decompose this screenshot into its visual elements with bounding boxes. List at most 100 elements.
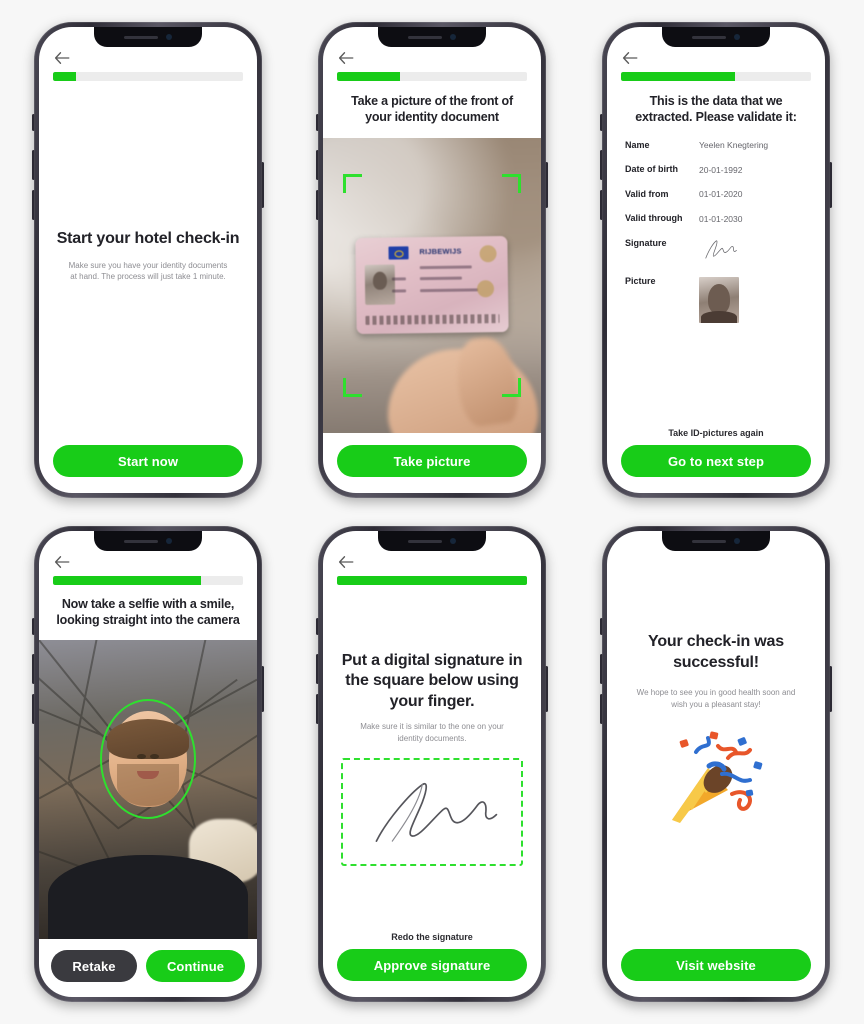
cta-area-validate: Take ID-pictures again Go to next step	[607, 428, 825, 493]
signature-drawing	[375, 783, 498, 843]
power-button	[261, 666, 264, 712]
volume-up-button	[316, 150, 319, 180]
continue-button[interactable]: Continue	[146, 950, 245, 982]
selfie-viewfinder[interactable]	[39, 639, 257, 939]
volume-up-button	[600, 150, 603, 180]
screen-start: Start your hotel check-in Make sure you …	[39, 27, 257, 493]
frame-corner-top-right	[502, 173, 521, 193]
arrow-left-icon[interactable]	[53, 49, 71, 67]
volume-up-button	[600, 654, 603, 684]
volume-down-button	[316, 694, 319, 724]
screen-success: Your check-in was successful! We hope to…	[607, 531, 825, 997]
screen-content-success: Your check-in was successful! We hope to…	[607, 531, 825, 997]
page-title: Your check-in was successful!	[648, 633, 784, 671]
field-value-name[interactable]: Yeelen Knegtering	[699, 140, 768, 150]
field-label-signature: Signature	[625, 237, 667, 248]
page-title: Take a picture of the front of your iden…	[351, 94, 513, 125]
progress-bar-document	[337, 72, 527, 81]
device-notch	[94, 531, 202, 551]
phone-frame-validate-data: This is the data that we extracted. Plea…	[600, 22, 832, 498]
phone-frame-selfie: Now take a selfie with a smile, looking …	[32, 526, 264, 1002]
progress-fill-validate	[621, 72, 735, 81]
field-label-picture: Picture	[625, 276, 656, 286]
frame-corner-top-left	[343, 173, 362, 193]
frame-corner-bottom-left	[343, 378, 362, 397]
power-button	[829, 162, 832, 208]
device-notch	[378, 27, 486, 47]
power-button	[261, 162, 264, 208]
phone-cell-selfie: Now take a selfie with a smile, looking …	[6, 512, 290, 1016]
table-row: Picture	[625, 276, 807, 323]
field-value-valid-through[interactable]: 01-01-2030	[699, 213, 742, 224]
screen-content-document: Take a picture of the front of your iden…	[323, 81, 541, 493]
take-id-pictures-again-link[interactable]: Take ID-pictures again	[621, 428, 811, 438]
approve-signature-button[interactable]: Approve signature	[337, 949, 527, 981]
screen-content-selfie: Now take a selfie with a smile, looking …	[39, 585, 257, 997]
page-title: Now take a selfie with a smile, looking …	[56, 597, 240, 628]
cta-area-signature: Redo the signature Approve signature	[323, 932, 541, 997]
progress-fill-start	[53, 72, 76, 81]
progress-fill-signature	[337, 576, 527, 585]
field-value-date-of-birth[interactable]: 20-01-1992	[699, 164, 742, 175]
retake-button[interactable]: Retake	[51, 950, 137, 982]
power-button	[545, 666, 548, 712]
progress-bar-validate	[621, 72, 811, 81]
page-subtitle: Make sure it is similar to the one on yo…	[360, 722, 504, 743]
field-label-valid-through: Valid through	[625, 213, 683, 223]
volume-down-button	[32, 190, 35, 220]
progress-fill-selfie	[53, 576, 202, 585]
redo-signature-link[interactable]: Redo the signature	[337, 932, 527, 942]
field-value-picture	[699, 276, 739, 323]
volume-down-button	[316, 190, 319, 220]
screen-selfie: Now take a selfie with a smile, looking …	[39, 531, 257, 997]
portrait-image	[699, 276, 739, 323]
document-frame-corners	[337, 168, 527, 404]
mute-switch	[32, 618, 35, 635]
party-popper-icon	[607, 728, 825, 828]
table-row: Date of birth 20-01-1992	[625, 164, 807, 175]
cta-area-success: Visit website	[607, 949, 825, 997]
go-to-next-step-button[interactable]: Go to next step	[621, 445, 811, 477]
device-notch	[94, 27, 202, 47]
progress-bar-signature	[337, 576, 527, 585]
field-label-valid-from: Valid from	[625, 188, 669, 199]
page-title: Start your hotel check-in	[56, 230, 240, 248]
front-camera-icon	[734, 34, 740, 40]
field-label-name: Name	[625, 139, 650, 150]
volume-up-button	[32, 150, 35, 180]
front-camera-icon	[450, 538, 456, 544]
face-oval-detection-overlay	[100, 699, 196, 820]
phone-cell-document-capture: Take a picture of the front of your iden…	[290, 8, 574, 512]
arrow-left-icon[interactable]	[621, 49, 639, 67]
frame-corner-bottom-right	[502, 378, 521, 397]
mute-switch	[316, 114, 319, 131]
arrow-left-icon[interactable]	[53, 553, 71, 571]
progress-fill-document	[337, 72, 400, 81]
cta-area-document: Take picture	[323, 433, 541, 493]
front-camera-icon	[734, 538, 740, 544]
field-value-valid-from[interactable]: 01-01-2020	[699, 189, 742, 199]
arrow-left-icon[interactable]	[337, 49, 355, 67]
mute-switch	[316, 618, 319, 635]
signature-input-field[interactable]	[341, 758, 523, 867]
phone-cell-signature: Put a digital signature in the square be…	[290, 512, 574, 1016]
screen-content-start: Start your hotel check-in Make sure you …	[39, 81, 257, 493]
screen-validate-data: This is the data that we extracted. Plea…	[607, 27, 825, 493]
arrow-left-icon[interactable]	[337, 553, 355, 571]
start-now-button[interactable]: Start now	[53, 445, 243, 477]
mute-switch	[600, 618, 603, 635]
visit-website-button[interactable]: Visit website	[621, 949, 811, 981]
volume-up-button	[316, 654, 319, 684]
page-subtitle: Make sure you have your identity documen…	[68, 260, 228, 282]
phone-frame-success: Your check-in was successful! We hope to…	[600, 526, 832, 1002]
earpiece-speaker	[408, 35, 442, 39]
page-subtitle: We hope to see you in good health soon a…	[636, 688, 796, 709]
camera-viewfinder[interactable]: RIJBEWIJS	[323, 137, 541, 433]
screen-document-capture: Take a picture of the front of your iden…	[323, 27, 541, 493]
table-row: Valid from 01-01-2020	[625, 189, 807, 200]
signature-image	[705, 240, 737, 259]
earpiece-speaker	[124, 539, 158, 543]
take-picture-button[interactable]: Take picture	[337, 445, 527, 477]
table-row: Signature	[625, 238, 807, 263]
phone-cell-start: Start your hotel check-in Make sure you …	[6, 8, 290, 512]
